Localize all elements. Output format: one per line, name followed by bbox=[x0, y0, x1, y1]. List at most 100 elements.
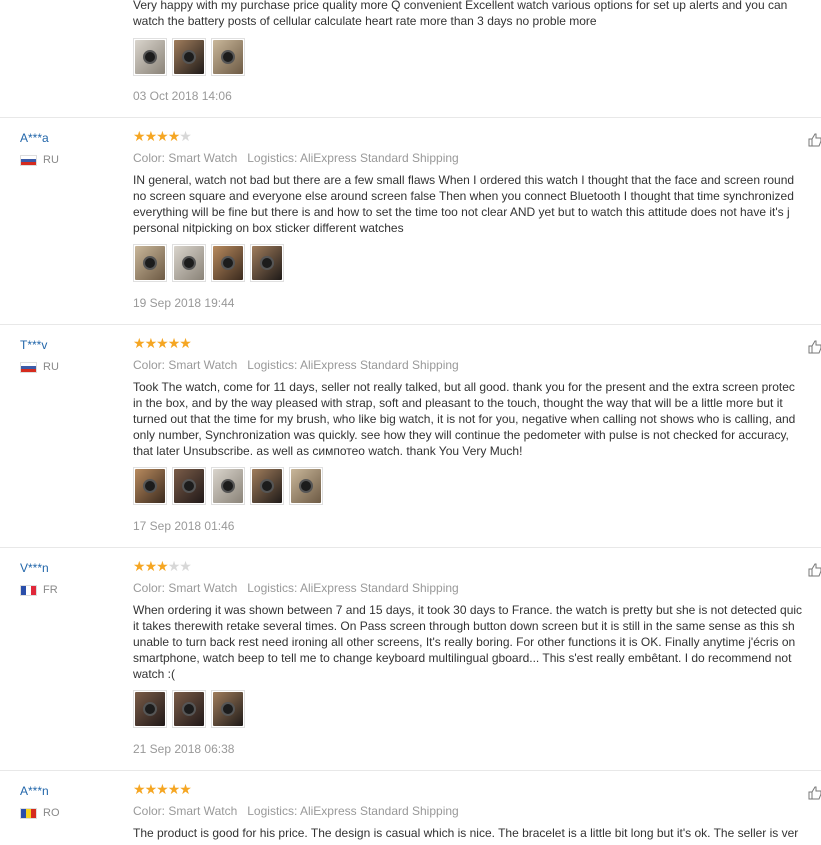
review-text-line: When ordering it was shown between 7 and… bbox=[133, 603, 803, 617]
review-date: 17 Sep 2018 01:46 bbox=[133, 519, 235, 533]
review-text: When ordering it was shown between 7 and… bbox=[133, 602, 821, 682]
star-filled-icon: ★ bbox=[133, 558, 146, 574]
fr-flag-icon bbox=[20, 584, 37, 596]
review-meta: Color: Smart Watch Logistics: AliExpress … bbox=[133, 581, 459, 595]
review-logistics: Logistics: AliExpress Standard Shipping bbox=[247, 151, 459, 165]
review-photo[interactable] bbox=[211, 467, 245, 505]
review-photo[interactable] bbox=[133, 690, 167, 728]
review-text-line: in the box, and by the way pleased with … bbox=[133, 396, 783, 410]
review-text: Very happy with my purchase price qualit… bbox=[133, 0, 821, 29]
review-photo[interactable] bbox=[211, 690, 245, 728]
rating-stars: ★★★★★ bbox=[133, 128, 192, 145]
reviewer-name[interactable]: V***n bbox=[20, 561, 49, 575]
star-filled-icon: ★ bbox=[156, 558, 169, 574]
reviewer-name[interactable]: T***v bbox=[20, 338, 47, 352]
review-date: 21 Sep 2018 06:38 bbox=[133, 742, 235, 756]
review-text: Took The watch, come for 11 days, seller… bbox=[133, 379, 821, 459]
reviewer-name[interactable]: A***n bbox=[20, 784, 49, 798]
review-date: 19 Sep 2018 19:44 bbox=[133, 296, 235, 310]
review-photo[interactable] bbox=[133, 467, 167, 505]
star-filled-icon: ★ bbox=[144, 558, 158, 574]
review-photos bbox=[133, 38, 245, 76]
review-photos bbox=[133, 244, 284, 282]
review-text-line: no screen square and everyone else aroun… bbox=[133, 189, 794, 203]
review-photo[interactable] bbox=[133, 244, 167, 282]
helpful-thumb-icon[interactable] bbox=[808, 133, 821, 147]
star-filled-icon: ★ bbox=[144, 335, 158, 351]
review-photo[interactable] bbox=[211, 38, 245, 76]
review-text-line: that later Unsubscribe. as well as симпо… bbox=[133, 444, 523, 458]
review-photo[interactable] bbox=[289, 467, 323, 505]
rating-stars: ★★★★★ bbox=[133, 781, 192, 798]
review-meta: Color: Smart Watch Logistics: AliExpress … bbox=[133, 151, 459, 165]
reviewer-country: RU bbox=[20, 154, 59, 166]
review-photos bbox=[133, 690, 245, 728]
review-photo[interactable] bbox=[172, 38, 206, 76]
star-filled-icon: ★ bbox=[179, 781, 192, 797]
review-photo[interactable] bbox=[250, 467, 284, 505]
review-divider bbox=[0, 117, 821, 118]
star-filled-icon: ★ bbox=[179, 335, 192, 351]
review-text-line: everything will be fine but there is and… bbox=[133, 205, 790, 219]
review-text-line: turned out that the time for my brush, w… bbox=[133, 412, 796, 426]
review-date: 03 Oct 2018 14:06 bbox=[133, 89, 232, 103]
review-text-line: Very happy with my purchase price qualit… bbox=[133, 0, 788, 12]
country-code: RU bbox=[43, 361, 59, 373]
star-filled-icon: ★ bbox=[133, 128, 146, 144]
review-text-line: Took The watch, come for 11 days, seller… bbox=[133, 380, 795, 394]
review-meta: Color: Smart Watch Logistics: AliExpress … bbox=[133, 804, 459, 818]
review-text-line: watch the battery posts of cellular calc… bbox=[133, 14, 597, 28]
review-divider bbox=[0, 547, 821, 548]
review-color: Color: Smart Watch bbox=[133, 804, 238, 818]
review-text: The product is good for his price. The d… bbox=[133, 825, 821, 841]
reviewer-country: RO bbox=[20, 807, 60, 819]
star-filled-icon: ★ bbox=[167, 128, 181, 144]
review-text-line: smartphone, watch beep to tell me to cha… bbox=[133, 651, 792, 665]
review-text-line: The product is good for his price. The d… bbox=[133, 826, 799, 840]
reviewer-country: FR bbox=[20, 584, 58, 596]
rating-stars: ★★★★★ bbox=[133, 335, 192, 352]
star-empty-icon: ★ bbox=[179, 558, 192, 574]
review-text-line: unable to turn back rest need ironing al… bbox=[133, 635, 796, 649]
reviewer-country: RU bbox=[20, 361, 59, 373]
review-color: Color: Smart Watch bbox=[133, 151, 238, 165]
star-filled-icon: ★ bbox=[133, 781, 146, 797]
review-text-line: it takes therewith retake several times.… bbox=[133, 619, 795, 633]
reviewer-name[interactable]: A***a bbox=[20, 131, 49, 145]
rating-stars: ★★★★★ bbox=[133, 558, 192, 575]
review-photo[interactable] bbox=[172, 690, 206, 728]
review-color: Color: Smart Watch bbox=[133, 358, 238, 372]
review-photos bbox=[133, 467, 323, 505]
review-logistics: Logistics: AliExpress Standard Shipping bbox=[247, 804, 459, 818]
review-divider bbox=[0, 324, 821, 325]
review-meta: Color: Smart Watch Logistics: AliExpress … bbox=[133, 358, 459, 372]
review-text-line: watch :( bbox=[133, 667, 176, 681]
star-filled-icon: ★ bbox=[133, 335, 146, 351]
review-text-line: IN general, watch not bad but there are … bbox=[133, 173, 795, 187]
review-divider bbox=[0, 770, 821, 771]
review-photo[interactable] bbox=[172, 467, 206, 505]
country-code: RU bbox=[43, 154, 59, 166]
review-color: Color: Smart Watch bbox=[133, 581, 238, 595]
country-code: FR bbox=[43, 584, 58, 596]
star-filled-icon: ★ bbox=[156, 128, 169, 144]
review-text-line: personal nitpicking on box sticker diffe… bbox=[133, 221, 404, 235]
review-photo[interactable] bbox=[133, 38, 167, 76]
star-filled-icon: ★ bbox=[156, 781, 169, 797]
helpful-thumb-icon[interactable] bbox=[808, 786, 821, 800]
review-photo[interactable] bbox=[211, 244, 245, 282]
ru-flag-icon bbox=[20, 154, 37, 166]
review-logistics: Logistics: AliExpress Standard Shipping bbox=[247, 358, 459, 372]
review-photo[interactable] bbox=[172, 244, 206, 282]
review-text-line: only number, Synchronization was quickly… bbox=[133, 428, 789, 442]
ru-flag-icon bbox=[20, 361, 37, 373]
review-logistics: Logistics: AliExpress Standard Shipping bbox=[247, 581, 459, 595]
star-empty-icon: ★ bbox=[179, 128, 192, 144]
helpful-thumb-icon[interactable] bbox=[808, 340, 821, 354]
star-filled-icon: ★ bbox=[167, 335, 181, 351]
review-text: IN general, watch not bad but there are … bbox=[133, 172, 821, 236]
ro-flag-icon bbox=[20, 807, 37, 819]
star-filled-icon: ★ bbox=[167, 781, 181, 797]
helpful-thumb-icon[interactable] bbox=[808, 563, 821, 577]
review-photo[interactable] bbox=[250, 244, 284, 282]
